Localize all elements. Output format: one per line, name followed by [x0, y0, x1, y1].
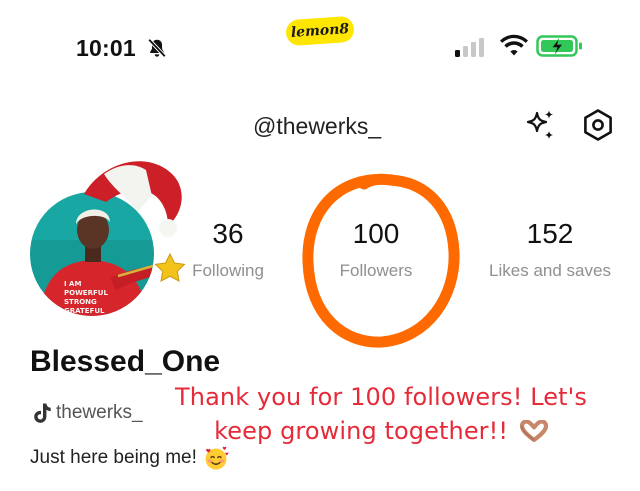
followers-label: Followers — [339, 261, 413, 280]
caption-line-2-row: keep growing together!! — [162, 414, 600, 448]
caption-line-1: Thank you for 100 followers! Let's — [175, 383, 587, 411]
stat-followers[interactable]: 100 Followers — [326, 218, 426, 282]
settings-hexagon-icon[interactable] — [580, 107, 616, 143]
svg-text:I AM: I AM — [64, 280, 81, 288]
likes-count: 152 — [526, 218, 574, 249]
tiktok-icon — [34, 403, 51, 423]
smiling-face-with-hearts-icon — [205, 446, 229, 470]
sparkle-icon[interactable] — [522, 107, 558, 143]
heart-hands-icon — [519, 420, 548, 442]
svg-text:POWERFUL: POWERFUL — [64, 289, 108, 297]
caption-line-2: keep growing together!! — [214, 417, 509, 445]
stat-following[interactable]: 36 Following — [186, 218, 270, 282]
tiktok-handle: thewerks_ — [56, 402, 143, 423]
signal-icon — [455, 38, 484, 57]
avatar[interactable]: I AM POWERFUL STRONG GRATEFUL — [18, 150, 198, 330]
likes-label: Likes and saves — [489, 261, 611, 280]
profile-handle: @thewerks_ — [253, 113, 382, 139]
lemon8-logo-text: lemon8 — [290, 20, 350, 42]
tiktok-link[interactable]: thewerks_ — [32, 401, 143, 425]
followers-count: 100 — [352, 218, 400, 249]
status-time: 10:01 — [76, 35, 136, 61]
bio-text: Just here being me! — [30, 447, 197, 468]
following-count: 36 — [212, 218, 244, 249]
bell-slash-icon — [147, 38, 167, 58]
bio: Just here being me! — [30, 445, 229, 471]
stat-likes-and-saves[interactable]: 152 Likes and saves — [480, 218, 620, 282]
celebration-caption: Thank you for 100 followers! Let's keep … — [162, 380, 600, 448]
display-name: Blessed_One — [30, 345, 221, 378]
svg-text:STRONG: STRONG — [64, 298, 97, 306]
svg-text:GRATEFUL: GRATEFUL — [64, 307, 105, 315]
lemon8-logo: lemon8 — [285, 15, 355, 47]
battery-charging-icon — [536, 35, 582, 57]
following-label: Following — [192, 261, 264, 280]
wifi-icon — [500, 34, 528, 56]
